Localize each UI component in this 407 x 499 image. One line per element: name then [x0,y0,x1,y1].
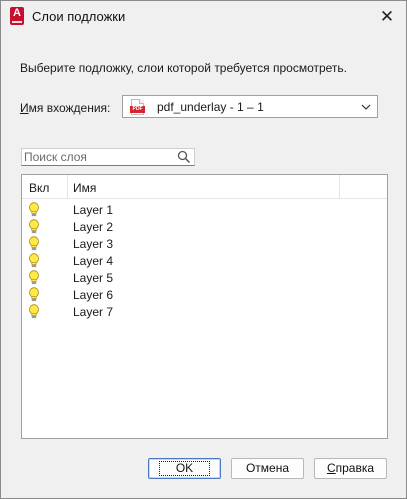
layer-name: Layer 5 [73,271,114,285]
reference-name-dropdown[interactable]: PDF pdf_underlay - 1 – 1 [122,95,378,118]
layer-name: Layer 6 [73,288,114,302]
cancel-button[interactable]: Отмена [231,458,304,479]
layer-list-header: Вкл Имя [22,175,387,199]
window-title: Слои подложки [32,9,126,24]
cancel-button-label: Отмена [245,461,290,475]
layer-name: Layer 7 [73,305,114,319]
autocad-app-icon: A [10,7,24,25]
layer-row[interactable]: Layer 5 [22,269,387,286]
search-icon[interactable] [177,150,191,164]
layer-row[interactable]: Layer 1 [22,201,387,218]
lightbulb-on-icon[interactable] [28,202,40,217]
pdf-file-icon: PDF [130,99,145,115]
title-bar: A Слои подложки ✕ [1,1,406,32]
instruction-text: Выберите подложку, слои которой требуетс… [20,61,347,75]
underlay-layers-dialog: A Слои подложки ✕ Выберите подложку, сло… [0,0,407,499]
lightbulb-on-icon[interactable] [28,219,40,234]
lightbulb-on-icon[interactable] [28,287,40,302]
layer-search-input[interactable] [24,150,174,164]
help-button-label: Справка [327,459,374,478]
layer-name: Layer 3 [73,237,114,251]
reference-name-value: pdf_underlay - 1 – 1 [157,100,264,114]
reference-name-label: Имя вхождения: [20,101,110,115]
layer-name: Layer 2 [73,220,114,234]
help-button[interactable]: Справка [314,458,387,479]
help-label-rest: правка [335,461,375,475]
ok-button-label: OK [158,461,211,476]
column-header-name[interactable]: Имя [73,181,96,195]
lightbulb-on-icon[interactable] [28,236,40,251]
lightbulb-on-icon[interactable] [28,304,40,319]
chevron-down-icon [361,104,371,110]
reference-label-access-key: И [20,101,29,115]
lightbulb-on-icon[interactable] [28,253,40,268]
close-button[interactable]: ✕ [372,3,402,30]
layer-row[interactable]: Layer 3 [22,235,387,252]
reference-label-rest: мя вхождения: [28,101,111,115]
layer-name: Layer 1 [73,203,114,217]
layer-list[interactable]: Вкл Имя Layer 1 Layer 2 Layer 3 Layer 4 … [21,174,388,439]
layer-row[interactable]: Layer 7 [22,303,387,320]
layer-row[interactable]: Layer 2 [22,218,387,235]
close-icon: ✕ [379,6,395,26]
column-divider[interactable] [339,175,340,199]
layer-row[interactable]: Layer 6 [22,286,387,303]
layer-row[interactable]: Layer 4 [22,252,387,269]
ok-button[interactable]: OK [148,458,221,479]
layer-name: Layer 4 [73,254,114,268]
lightbulb-on-icon[interactable] [28,270,40,285]
layer-search-box[interactable] [21,148,195,166]
help-access-key: С [326,461,336,475]
column-divider[interactable] [67,175,68,199]
column-header-on[interactable]: Вкл [29,181,49,195]
